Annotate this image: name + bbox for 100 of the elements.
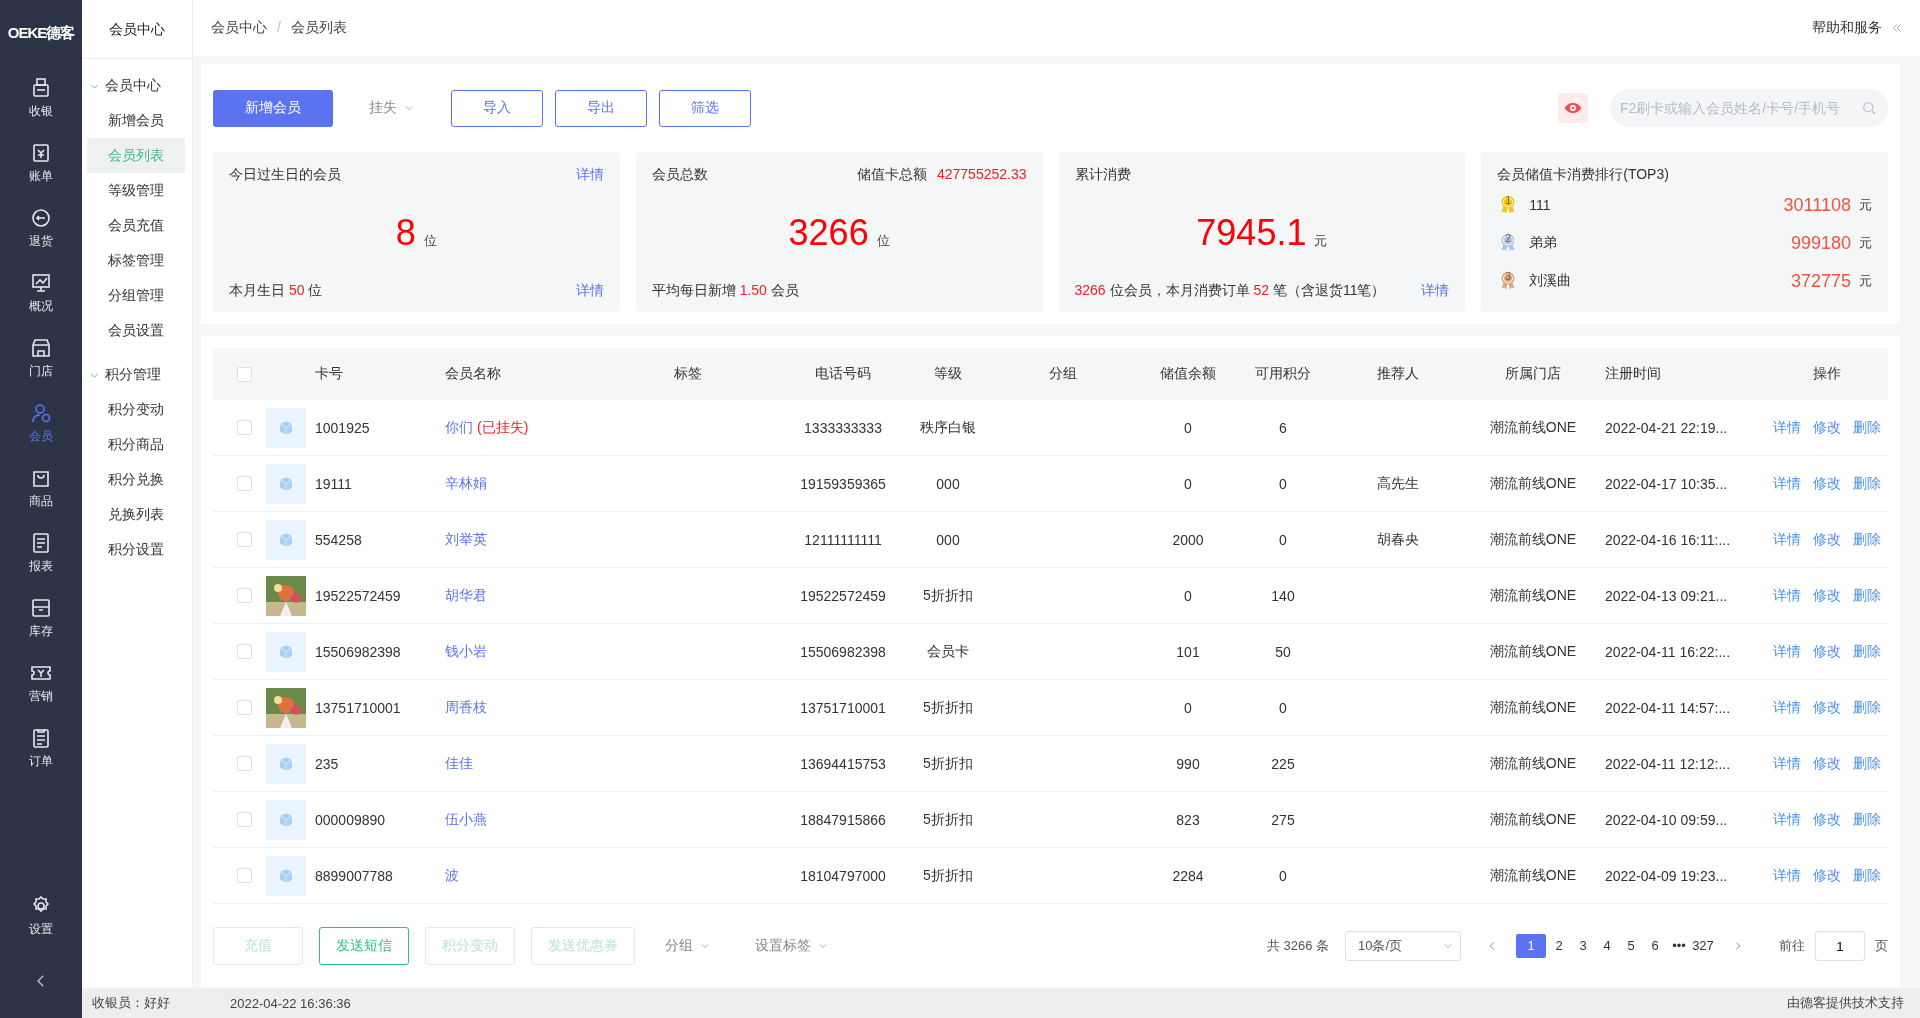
action-link[interactable]: 详情 bbox=[1772, 418, 1801, 437]
action-link[interactable]: 详情 bbox=[1772, 698, 1801, 717]
member-name-link[interactable]: 佳佳 bbox=[445, 754, 473, 773]
member-name-link[interactable]: 你们 bbox=[445, 418, 473, 437]
menu-group[interactable]: 会员中心 bbox=[82, 59, 192, 103]
help-link[interactable]: 帮助和服务 bbox=[1812, 19, 1882, 37]
row-checkbox[interactable] bbox=[237, 644, 252, 659]
nav-item[interactable]: 商品 bbox=[0, 455, 82, 520]
action-link[interactable]: 删除 bbox=[1852, 474, 1881, 493]
nav-item[interactable]: 门店 bbox=[0, 325, 82, 390]
nav-item[interactable]: 库存 bbox=[0, 585, 82, 650]
dropdown[interactable]: 分组 bbox=[651, 937, 725, 955]
row-checkbox[interactable] bbox=[237, 756, 252, 771]
row-checkbox[interactable] bbox=[237, 812, 252, 827]
row-checkbox[interactable] bbox=[237, 868, 252, 883]
action-link[interactable]: 修改 bbox=[1812, 530, 1841, 549]
action-link[interactable]: 详情 bbox=[1772, 474, 1801, 493]
menu-item[interactable]: 标签管理 bbox=[87, 243, 185, 278]
member-name-link[interactable]: 刘举英 bbox=[445, 530, 487, 549]
member-name-link[interactable]: 周香枝 bbox=[445, 698, 487, 717]
page-button[interactable]: 6 bbox=[1644, 934, 1666, 958]
visibility-toggle[interactable] bbox=[1558, 93, 1588, 123]
nav-item[interactable]: 账单 bbox=[0, 130, 82, 195]
action-link[interactable]: 删除 bbox=[1852, 866, 1881, 885]
page-button[interactable]: 4 bbox=[1596, 934, 1618, 958]
page-size-select[interactable]: 10条/页 bbox=[1345, 931, 1461, 961]
row-checkbox[interactable] bbox=[237, 420, 252, 435]
menu-item[interactable]: 新增会员 bbox=[87, 103, 185, 138]
menu-item[interactable]: 会员列表 bbox=[87, 138, 185, 173]
row-checkbox[interactable] bbox=[237, 588, 252, 603]
details-link[interactable]: 详情 bbox=[1421, 282, 1450, 300]
action-link[interactable]: 删除 bbox=[1852, 810, 1881, 829]
page-button[interactable]: ••• bbox=[1668, 934, 1690, 958]
page-button[interactable]: 1 bbox=[1516, 934, 1546, 958]
row-checkbox[interactable] bbox=[237, 532, 252, 547]
select-all-checkbox[interactable] bbox=[237, 366, 252, 382]
nav-item[interactable]: 会员 bbox=[0, 390, 82, 455]
menu-item[interactable]: 会员充值 bbox=[87, 208, 185, 243]
menu-item[interactable]: 积分设置 bbox=[87, 532, 185, 567]
action-link[interactable]: 删除 bbox=[1852, 418, 1881, 437]
nav-item[interactable]: 订单 bbox=[0, 715, 82, 780]
member-name-link[interactable]: 胡华君 bbox=[445, 586, 487, 605]
row-checkbox[interactable] bbox=[237, 700, 252, 715]
points-value: 275 bbox=[1271, 811, 1295, 828]
dropdown[interactable]: 挂失 bbox=[355, 99, 429, 117]
member-name-link[interactable]: 波 bbox=[445, 866, 459, 885]
row-checkbox[interactable] bbox=[237, 476, 252, 491]
action-link[interactable]: 详情 bbox=[1772, 754, 1801, 773]
add-member-button[interactable]: 新增会员 bbox=[213, 89, 333, 127]
menu-item[interactable]: 积分兑换 bbox=[87, 462, 185, 497]
breadcrumb-item[interactable]: 会员中心 bbox=[211, 19, 267, 37]
action-link[interactable]: 修改 bbox=[1812, 418, 1841, 437]
menu-item[interactable]: 分组管理 bbox=[87, 278, 185, 313]
toolbar-button[interactable]: 导出 bbox=[555, 89, 647, 127]
action-link[interactable]: 删除 bbox=[1852, 698, 1881, 717]
nav-item[interactable]: 退货 bbox=[0, 195, 82, 260]
details-link[interactable]: 详情 bbox=[575, 282, 604, 300]
toolbar-button[interactable]: 导入 bbox=[451, 89, 543, 127]
page-button[interactable]: 327 bbox=[1692, 934, 1714, 958]
details-link[interactable]: 详情 bbox=[575, 166, 604, 184]
bulk-action-button[interactable]: 发送短信 bbox=[319, 927, 409, 965]
nav-item[interactable]: 设置 bbox=[0, 883, 82, 948]
action-link[interactable]: 删除 bbox=[1852, 586, 1881, 605]
action-link[interactable]: 修改 bbox=[1812, 754, 1841, 773]
dropdown[interactable]: 设置标签 bbox=[741, 937, 843, 955]
page-button[interactable]: 2 bbox=[1548, 934, 1570, 958]
nav-item[interactable]: 营销 bbox=[0, 650, 82, 715]
action-link[interactable]: 详情 bbox=[1772, 866, 1801, 885]
action-link[interactable]: 修改 bbox=[1812, 586, 1841, 605]
action-link[interactable]: 修改 bbox=[1812, 698, 1841, 717]
action-link[interactable]: 修改 bbox=[1812, 866, 1841, 885]
nav-item[interactable]: 概况 bbox=[0, 260, 82, 325]
action-link[interactable]: 详情 bbox=[1772, 586, 1801, 605]
goto-page-field[interactable]: 1 bbox=[1815, 931, 1865, 961]
registration-time: 2022-04-11 12:12:... bbox=[1605, 755, 1731, 772]
breadcrumb-item[interactable]: 会员列表 bbox=[290, 19, 347, 37]
action-link[interactable]: 删除 bbox=[1852, 530, 1881, 549]
action-link[interactable]: 修改 bbox=[1812, 642, 1841, 661]
page-button[interactable]: 3 bbox=[1572, 934, 1594, 958]
member-name-link[interactable]: 伍小燕 bbox=[445, 810, 487, 829]
nav-item[interactable]: 收银 bbox=[0, 65, 82, 130]
menu-item[interactable]: 积分商品 bbox=[87, 427, 185, 462]
member-name-link[interactable]: 钱小岩 bbox=[445, 642, 487, 661]
phone-number: 18104797000 bbox=[800, 867, 886, 884]
toolbar-button[interactable]: 筛选 bbox=[659, 89, 751, 127]
menu-group[interactable]: 积分管理 bbox=[82, 348, 192, 392]
member-name-link[interactable]: 辛林娟 bbox=[445, 474, 487, 493]
action-link[interactable]: 修改 bbox=[1812, 474, 1841, 493]
menu-item[interactable]: 等级管理 bbox=[87, 173, 185, 208]
nav-item[interactable]: 报表 bbox=[0, 520, 82, 585]
action-link[interactable]: 删除 bbox=[1852, 754, 1881, 773]
page-button[interactable]: 5 bbox=[1620, 934, 1642, 958]
action-link[interactable]: 修改 bbox=[1812, 810, 1841, 829]
action-link[interactable]: 详情 bbox=[1772, 530, 1801, 549]
menu-item[interactable]: 兑换列表 bbox=[87, 497, 185, 532]
action-link[interactable]: 详情 bbox=[1772, 642, 1801, 661]
action-link[interactable]: 删除 bbox=[1852, 642, 1881, 661]
menu-item[interactable]: 会员设置 bbox=[87, 313, 185, 348]
menu-item[interactable]: 积分变动 bbox=[87, 392, 185, 427]
action-link[interactable]: 详情 bbox=[1772, 810, 1801, 829]
